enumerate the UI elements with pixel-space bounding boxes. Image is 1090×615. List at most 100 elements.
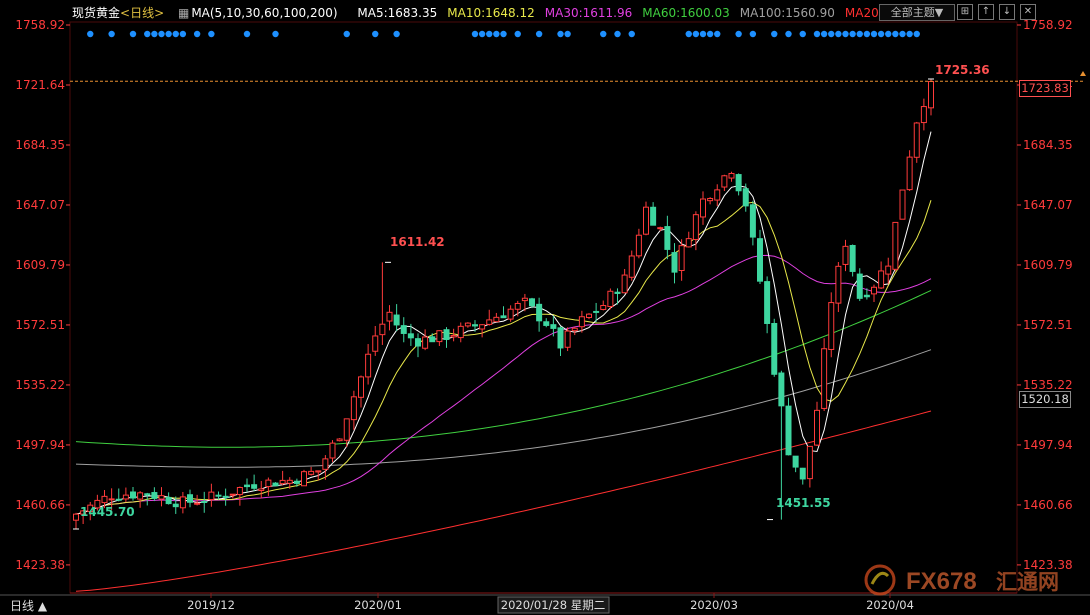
candle-body — [365, 353, 372, 378]
candle-body — [429, 336, 436, 343]
event-dot — [749, 30, 757, 38]
y-tick-label-left: 1497.94 — [15, 438, 65, 452]
ma-legend: 现货黄金<日线> ▦ MA(5,10,30,60,100,200) MA5:168… — [72, 4, 906, 21]
event-dot — [108, 30, 115, 38]
candle-body — [892, 221, 899, 270]
event-dot — [885, 30, 892, 38]
event-dot — [144, 30, 151, 38]
ma100-line — [75, 349, 932, 468]
candle-body — [514, 302, 521, 310]
candle-body — [301, 471, 307, 487]
arrow-up-icon[interactable]: ↑ — [978, 4, 994, 20]
event-dot — [899, 30, 906, 38]
candle-body — [543, 321, 550, 326]
event-dot — [557, 30, 564, 38]
event-dot — [785, 30, 792, 38]
grid-icon[interactable]: ⊞ — [957, 4, 973, 20]
instrument-name[interactable]: 现货黄金 — [72, 6, 120, 20]
candle-body — [386, 311, 393, 322]
candle-body — [244, 484, 250, 488]
candle-body — [586, 313, 592, 318]
event-dot — [158, 30, 165, 38]
candle-body — [678, 245, 685, 272]
y-tick-label-right: 1535.22 — [1023, 378, 1073, 392]
svg-text:汇通网: 汇通网 — [996, 570, 1059, 594]
candle-body — [308, 470, 315, 475]
candle-body — [607, 290, 614, 307]
candle-body — [628, 255, 635, 278]
candle-body — [557, 327, 564, 349]
candle-body — [878, 270, 885, 289]
candle-body — [806, 445, 813, 480]
event-dot — [685, 30, 692, 38]
period-toggle[interactable]: 日线 ▲ — [10, 597, 47, 614]
candle-body — [792, 455, 799, 468]
candle-body — [785, 405, 792, 456]
event-dot — [699, 30, 707, 38]
candle-body — [764, 281, 771, 324]
candle-body — [286, 479, 293, 484]
crosshair-date-text: 2020/01/28 星期二 — [501, 598, 605, 612]
plot-frame — [69, 21, 1018, 594]
candle-body — [393, 314, 400, 326]
x-tick-label: 2020/04 — [866, 598, 914, 612]
candle-body — [906, 156, 913, 191]
candle-body — [835, 265, 842, 304]
annotation-label: 1725.36 — [935, 63, 990, 77]
chart-canvas[interactable]: 1758.921758.921721.641721.641684.351684.… — [0, 0, 1090, 615]
annotation-label: 1451.55 — [776, 496, 831, 510]
y-tick-label-right: 1572.51 — [1023, 318, 1073, 332]
candle-body — [742, 188, 749, 207]
y-tick-label-right: 1647.07 — [1023, 198, 1073, 212]
period-label[interactable]: <日线> — [120, 6, 164, 20]
candle-body — [407, 333, 414, 339]
event-dot — [478, 30, 486, 38]
arrow-down-icon[interactable]: ↓ — [999, 4, 1015, 20]
candle-body — [913, 122, 920, 158]
candle-body — [571, 327, 578, 332]
candle-body — [493, 316, 500, 323]
ma-value-1: MA10:1648.12 — [447, 6, 535, 20]
candle-body — [464, 322, 471, 327]
event-dot — [870, 30, 878, 38]
candle-body — [73, 513, 79, 521]
candle-body — [671, 252, 678, 273]
event-dot — [906, 30, 913, 38]
theme-button[interactable]: 全部主题▼ — [879, 4, 955, 21]
candle-body — [315, 470, 322, 473]
candle-body — [821, 348, 828, 409]
y-tick-label-left: 1572.51 — [15, 318, 65, 332]
ma5-line — [75, 131, 932, 515]
candle-body — [885, 265, 892, 275]
candle-body — [529, 298, 535, 307]
ma-value-3: MA60:1600.03 — [642, 6, 730, 20]
event-dot — [799, 30, 806, 38]
candle-body — [749, 204, 756, 238]
candle-body — [643, 206, 649, 235]
candle-body — [194, 502, 201, 505]
close-icon[interactable]: ✕ — [1020, 4, 1036, 20]
candle-body — [593, 310, 600, 313]
candle-body — [215, 494, 222, 497]
candle-body — [757, 238, 763, 282]
candle-body — [450, 335, 457, 338]
candle-body — [842, 245, 849, 265]
candle-body — [265, 479, 272, 488]
event-dot — [500, 30, 507, 38]
candle-body — [486, 319, 493, 325]
ma-params: ▦ MA(5,10,30,60,100,200) — [178, 6, 348, 20]
candle-body — [350, 396, 357, 421]
event-dot — [193, 30, 201, 38]
y-tick-label-left: 1609.79 — [15, 258, 65, 272]
candle-body — [600, 304, 607, 310]
candle-body — [564, 330, 571, 348]
event-dot — [828, 30, 835, 38]
ma-params-text: MA(5,10,30,60,100,200) — [191, 6, 338, 20]
annotation-label: 1611.42 — [390, 235, 445, 249]
candle-body — [863, 294, 870, 298]
candle-body — [707, 197, 714, 202]
svg-text:FX678: FX678 — [906, 568, 977, 595]
candle-body — [329, 442, 336, 459]
candle-body — [828, 302, 835, 350]
candle-body — [187, 494, 193, 503]
